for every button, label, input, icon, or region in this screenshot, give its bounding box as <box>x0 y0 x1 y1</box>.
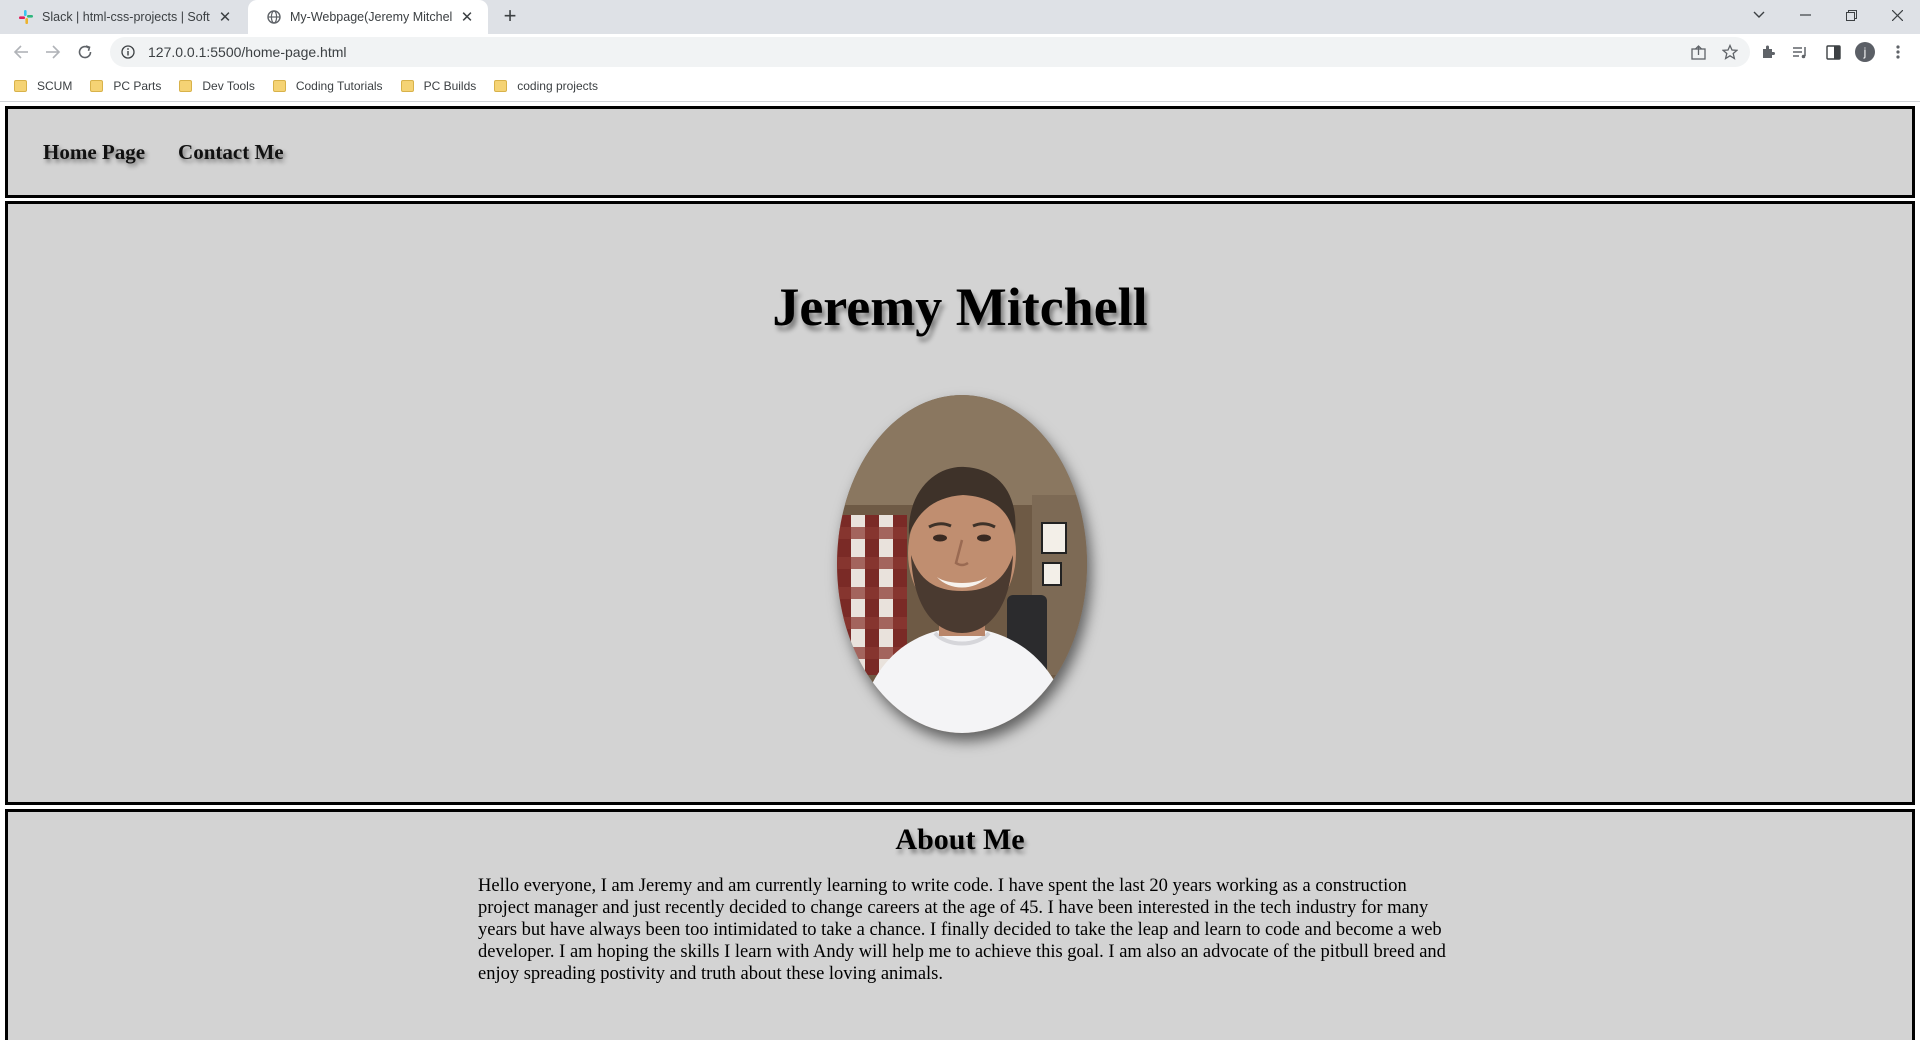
minimize-icon[interactable] <box>1782 0 1828 30</box>
url-text[interactable]: 127.0.0.1:5500/home-page.html <box>148 44 346 60</box>
side-panel-icon[interactable] <box>1821 40 1845 64</box>
about-section: About Me Hello everyone, I am Jeremy and… <box>5 809 1915 1040</box>
bookmark-coding-tutorials[interactable]: Coding Tutorials <box>272 78 383 93</box>
close-icon[interactable]: ✕ <box>458 8 476 26</box>
bookmark-label: Dev Tools <box>202 78 255 93</box>
reload-icon[interactable] <box>73 40 97 64</box>
browser-toolbar: 127.0.0.1:5500/home-page.html j <box>0 34 1920 70</box>
profile-photo <box>837 395 1087 733</box>
bookmark-label: coding projects <box>517 78 598 93</box>
share-icon[interactable] <box>1686 40 1710 64</box>
tab-search-chevron-icon[interactable] <box>1736 0 1782 30</box>
page-title: Jeremy Mitchell <box>772 277 1148 337</box>
about-heading: About Me <box>895 823 1025 856</box>
tab-slack[interactable]: Slack | html-css-projects | Software ✕ <box>0 0 246 34</box>
bookmark-scum[interactable]: SCUM <box>14 79 72 93</box>
tab-title: Slack | html-css-projects | Software <box>42 10 210 24</box>
folder-icon <box>14 79 27 92</box>
tab-strip: Slack | html-css-projects | Software ✕ M… <box>0 0 1920 34</box>
folder-icon <box>494 79 508 92</box>
slack-icon <box>18 9 34 25</box>
menu-icon[interactable] <box>1886 40 1910 64</box>
forward-arrow-icon[interactable] <box>41 40 65 64</box>
tab-title: My-Webpage(Jeremy Mitchell) <box>290 10 452 24</box>
media-icon[interactable] <box>1788 40 1812 64</box>
folder-icon <box>179 79 193 92</box>
tab-my-webpage[interactable]: My-Webpage(Jeremy Mitchell) ✕ <box>248 0 488 34</box>
bookmark-dev-tools[interactable]: Dev Tools <box>179 78 255 93</box>
about-paragraph: Hello everyone, I am Jeremy and am curre… <box>478 876 1446 984</box>
bookmark-label: SCUM <box>37 78 73 93</box>
bookmark-coding-projects[interactable]: coding projects <box>494 79 598 93</box>
folder-icon <box>272 79 286 92</box>
bookmark-label: PC Parts <box>113 78 162 93</box>
close-icon[interactable]: ✕ <box>216 8 234 26</box>
folder-icon <box>400 79 414 92</box>
nav-link-home-page[interactable]: Home Page <box>43 140 145 165</box>
folder-icon <box>90 79 104 92</box>
new-tab-button[interactable]: + <box>498 5 522 29</box>
globe-icon <box>266 9 282 25</box>
nav-link-contact-me[interactable]: Contact Me <box>178 140 284 165</box>
close-window-icon[interactable] <box>1874 0 1920 30</box>
star-icon[interactable] <box>1718 40 1742 64</box>
avatar[interactable]: j <box>1855 42 1875 62</box>
bookmark-label: Coding Tutorials <box>295 78 383 93</box>
bookmark-label: PC Builds <box>423 78 477 93</box>
extensions-icon[interactable] <box>1756 40 1780 64</box>
bookmark-pc-builds[interactable]: PC Builds <box>400 78 477 93</box>
address-bar[interactable]: 127.0.0.1:5500/home-page.html <box>110 37 1750 67</box>
hero-section: Jeremy Mitchell <box>5 201 1915 805</box>
site-nav: Home Page Contact Me <box>5 106 1915 198</box>
bookmark-pc-parts[interactable]: PC Parts <box>90 79 161 93</box>
back-arrow-icon[interactable] <box>9 40 33 64</box>
page-viewport: Home Page Contact Me Jeremy Mitchell Abo… <box>0 103 1920 1040</box>
info-icon[interactable] <box>120 44 136 60</box>
restore-icon[interactable] <box>1828 0 1874 30</box>
bookmarks-bar: SCUM PC Parts Dev Tools Coding Tutorials… <box>0 70 1920 102</box>
